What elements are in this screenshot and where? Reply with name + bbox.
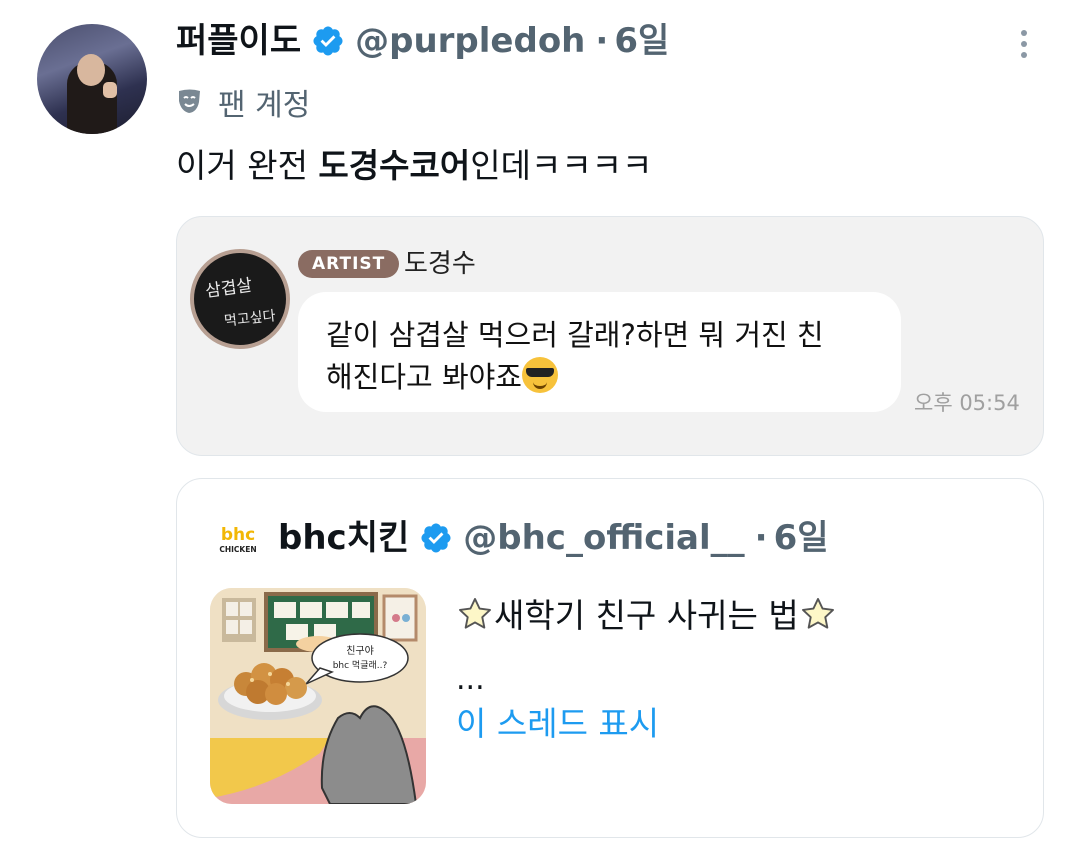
separator-dot: · xyxy=(754,518,768,558)
logo-text-bottom: CHICKEN xyxy=(219,545,256,554)
artist-name: 도경수 xyxy=(404,249,476,279)
fan-label-text: 팬 계정 xyxy=(218,88,311,123)
thumb-bubble-line1: 친구야 xyxy=(346,645,374,657)
verified-badge-icon xyxy=(313,26,343,56)
display-name[interactable]: 퍼플이도 xyxy=(176,18,301,64)
star-emoji-icon xyxy=(459,598,491,629)
artist-badge: ARTIST xyxy=(298,250,400,278)
quoted-title-text: 새학기 친구 사귀는 법 xyxy=(494,596,799,635)
handwritten-text-image: 삼겹살 먹고싶다 xyxy=(204,275,276,329)
message-line-1: 같이 삼겹살 먹으러 갈래?하면 뭐 거진 친 xyxy=(326,318,824,352)
user-avatar[interactable] xyxy=(37,24,147,134)
theater-mask-icon xyxy=(179,89,200,113)
sunglasses-emoji-icon xyxy=(521,357,558,393)
avatar-hand xyxy=(103,82,117,98)
quoted-display-name[interactable]: bhc치킨 xyxy=(278,514,409,562)
message-line-2-text: 해진다고 봐야죠 xyxy=(326,360,522,394)
quoted-tweet-title: 새학기 친구 사귀는 법 xyxy=(456,590,837,642)
tweet-text-suffix: 인데ㅋㅋㅋㅋ xyxy=(470,146,653,185)
tweet-header: 퍼플이도 @purpledoh · 6일 xyxy=(176,18,669,64)
user-handle[interactable]: @purpledoh xyxy=(355,18,585,64)
more-vertical-icon[interactable] xyxy=(1012,30,1036,66)
bhc-logo-icon[interactable]: bhc CHICKEN xyxy=(218,521,258,557)
artist-avatar[interactable]: 삼겹살 먹고싶다 xyxy=(190,249,290,349)
quoted-handle[interactable]: @bhc_official__ xyxy=(463,514,744,562)
quoted-time[interactable]: 6일 xyxy=(774,514,829,562)
tweet-text-prefix: 이거 완전 xyxy=(176,146,319,185)
tweet-time[interactable]: 6일 xyxy=(614,18,669,64)
quoted-tweet-header: bhc치킨 @bhc_official__ · 6일 xyxy=(278,514,829,562)
avatar-text-line1: 삼겹살 xyxy=(204,275,254,301)
quoted-tweet-thumbnail[interactable]: 친구야 bhc 먹글래..? xyxy=(210,588,426,804)
thumb-bubble-line2: bhc 먹글래..? xyxy=(333,660,388,671)
message-bubble: 같이 삼겹살 먹으러 갈래?하면 뭐 거진 친 해진다고 봐야죠 xyxy=(298,292,901,412)
avatar-text-line2: 먹고싶다 xyxy=(223,308,276,329)
logo-text-top: bhc xyxy=(221,525,255,545)
quoted-ellipsis: ... xyxy=(456,662,485,697)
message-line-2: 해진다고 봐야죠 xyxy=(326,356,873,398)
verified-badge-icon xyxy=(421,523,451,553)
classroom-chicken-illustration: 친구야 bhc 먹글래..? xyxy=(210,588,426,804)
avatar-face xyxy=(77,54,105,86)
tweet-text-bold: 도경수코어 xyxy=(318,146,471,185)
separator-dot: · xyxy=(595,21,609,61)
show-thread-link[interactable]: 이 스레드 표시 xyxy=(456,700,659,748)
message-timestamp: 오후 05:54 xyxy=(914,391,1020,415)
fan-account-label: 팬 계정 xyxy=(176,80,310,124)
tweet-text: 이거 완전 도경수코어인데ㅋㅋㅋㅋ xyxy=(176,142,652,190)
star-emoji-icon xyxy=(801,598,834,629)
